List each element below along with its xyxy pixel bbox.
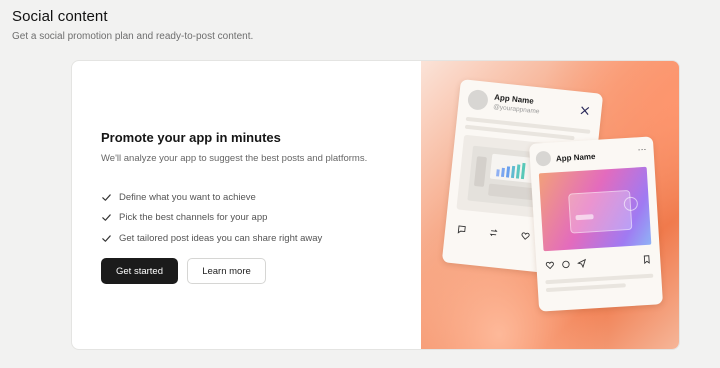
promo-heading: Promote your app in minutes (101, 130, 281, 145)
comment-icon (457, 225, 466, 234)
checklist-label: Pick the best channels for your app (119, 212, 268, 224)
promo-card: Promote your app in minutes We'll analyz… (71, 60, 680, 350)
repost-icon (489, 229, 498, 237)
text-placeholder (473, 156, 487, 188)
promo-description: We'll analyze your app to suggest the be… (101, 153, 368, 164)
text-placeholder (545, 283, 626, 293)
checkmark-icon (102, 214, 111, 222)
checklist-label: Define what you want to achieve (119, 191, 256, 203)
post-app-name: App Name (555, 151, 596, 164)
checklist-label: Get tailored post ideas you can share ri… (119, 232, 323, 244)
post-media (538, 166, 652, 252)
avatar (535, 150, 552, 167)
send-icon (577, 258, 586, 269)
checklist-item: Get tailored post ideas you can share ri… (101, 228, 322, 249)
checkmark-icon (102, 194, 111, 201)
comment-icon (562, 260, 570, 269)
checkmark-icon (102, 235, 111, 242)
more-options-icon: ··· (637, 143, 647, 155)
learn-more-button[interactable]: Learn more (187, 258, 266, 284)
x-logo-icon (580, 106, 590, 115)
get-started-button[interactable]: Get started (101, 258, 178, 284)
avatar (466, 88, 489, 111)
social-illustration: App Name @yourappname App Name ··· (421, 61, 679, 349)
bookmark-icon (643, 255, 650, 265)
heart-icon (521, 232, 530, 240)
page-subtitle: Get a social promotion plan and ready-to… (12, 31, 254, 42)
media-circle (623, 196, 639, 212)
media-card (568, 189, 633, 234)
instagram-post-mockup: App Name ··· (528, 136, 664, 312)
promo-content: Promote your app in minutes We'll analyz… (72, 61, 421, 349)
page-title: Social content (12, 8, 108, 25)
checklist-item: Define what you want to achieve (101, 187, 322, 208)
text-placeholder (545, 273, 654, 285)
feature-checklist: Define what you want to achieve Pick the… (101, 187, 322, 249)
heart-icon (545, 261, 554, 270)
checklist-item: Pick the best channels for your app (101, 208, 322, 229)
